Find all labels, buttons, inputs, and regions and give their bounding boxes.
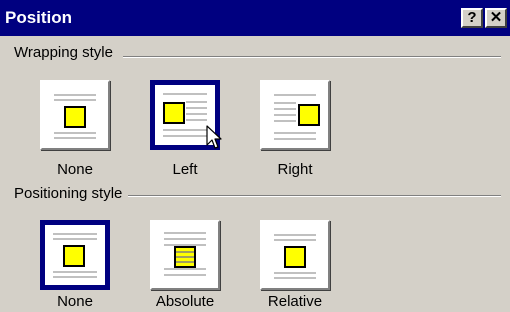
- wrap-none-label: None: [57, 161, 93, 178]
- wrapping-separator: [123, 56, 501, 58]
- wrap-right-label: Right: [277, 161, 313, 178]
- wrap-left-picture-icon: [163, 102, 185, 124]
- pos-relative-picture-icon: [284, 246, 306, 268]
- wrap-none-tile[interactable]: [40, 80, 110, 150]
- pos-absolute-label: Absolute: [155, 293, 215, 310]
- pos-none-tile[interactable]: [40, 220, 110, 290]
- positioning-separator: [123, 195, 501, 197]
- pos-absolute-tile[interactable]: [150, 220, 220, 290]
- close-button[interactable]: ✕: [485, 8, 507, 28]
- wrap-right-option[interactable]: [260, 80, 330, 150]
- pos-none-option[interactable]: [40, 220, 110, 290]
- title-bar: Position ? ✕: [0, 0, 510, 36]
- pos-relative-label: Relative: [267, 293, 323, 310]
- arrow-pointer-icon: [206, 125, 222, 149]
- wrap-none-option[interactable]: [40, 80, 110, 150]
- wrap-right-picture-icon: [298, 104, 320, 126]
- wrap-none-picture-icon: [64, 106, 86, 128]
- pos-none-label: None: [57, 293, 93, 310]
- help-button[interactable]: ?: [461, 8, 483, 28]
- pos-absolute-picture-icon: [174, 246, 196, 268]
- wrap-left-label: Left: [172, 161, 198, 178]
- pos-absolute-option[interactable]: [150, 220, 220, 290]
- wrapping-style-label: Wrapping style: [14, 44, 119, 61]
- positioning-style-label: Positioning style: [14, 185, 129, 202]
- pos-none-picture-icon: [63, 245, 85, 267]
- pos-relative-option[interactable]: [260, 220, 330, 290]
- pos-relative-tile[interactable]: [260, 220, 330, 290]
- dialog-title: Position: [5, 8, 73, 27]
- wrap-right-tile[interactable]: [260, 80, 330, 150]
